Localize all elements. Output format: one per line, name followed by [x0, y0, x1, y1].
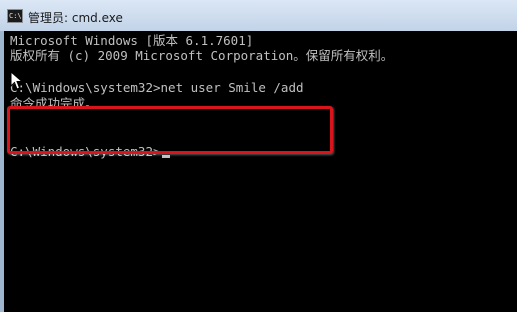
- console-line-copyright: 版权所有 (c) 2009 Microsoft Corporation。保留所有…: [10, 48, 394, 63]
- console-output[interactable]: Microsoft Windows [版本 6.1.7601] 版权所有 (c)…: [4, 31, 517, 312]
- cmd-icon: C:\: [7, 9, 23, 23]
- text-cursor: [161, 155, 170, 158]
- title-bar[interactable]: C:\ 管理员: cmd.exe: [0, 0, 517, 31]
- mouse-pointer-icon: [10, 71, 24, 90]
- cmd-window: C:\ 管理员: cmd.exe Microsoft Windows [版本 6…: [0, 0, 517, 312]
- console-line-version: Microsoft Windows [版本 6.1.7601]: [10, 33, 254, 48]
- window-title: 管理员: cmd.exe: [28, 11, 123, 25]
- highlight-annotation: [7, 106, 333, 154]
- console-line-command: C:\Windows\system32>net user Smile /add: [10, 80, 304, 95]
